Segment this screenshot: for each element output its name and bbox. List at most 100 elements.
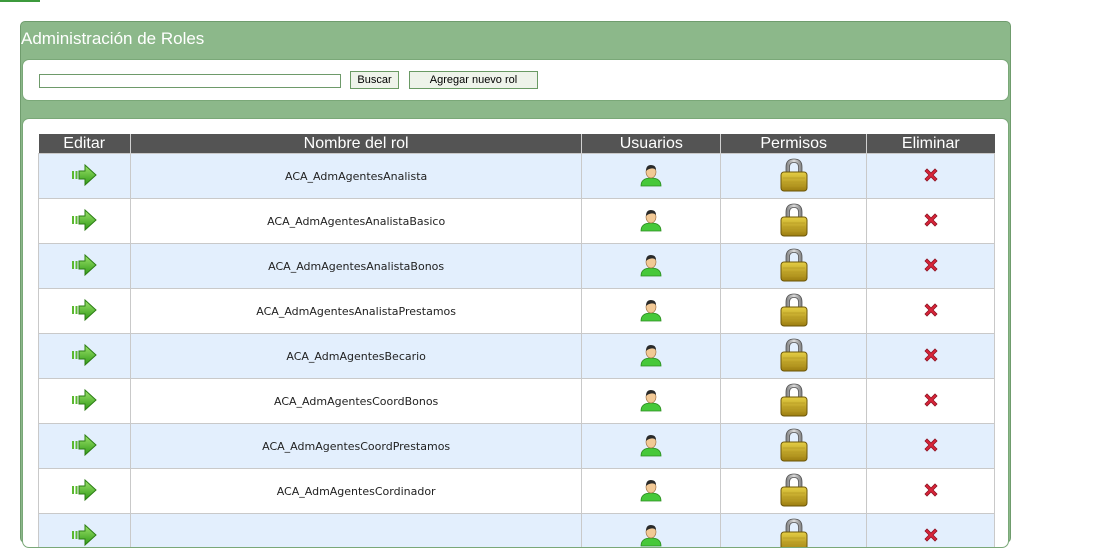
lock-icon[interactable] <box>779 427 809 466</box>
permissions-cell <box>721 199 867 244</box>
delete-cell <box>867 334 995 379</box>
users-cell <box>582 514 721 548</box>
arrow-right-icon[interactable] <box>71 478 97 505</box>
lock-icon[interactable] <box>779 247 809 286</box>
edit-cell <box>39 154 131 199</box>
users-cell <box>582 469 721 514</box>
delete-x-icon[interactable] <box>922 391 940 412</box>
delete-cell <box>867 289 995 334</box>
permissions-cell <box>721 334 867 379</box>
edit-cell <box>39 334 131 379</box>
permissions-cell <box>721 514 867 548</box>
users-cell <box>582 379 721 424</box>
permissions-cell <box>721 154 867 199</box>
permissions-cell <box>721 289 867 334</box>
lock-icon[interactable] <box>779 337 809 376</box>
lock-icon[interactable] <box>779 517 809 548</box>
user-icon[interactable] <box>639 478 663 505</box>
delete-cell <box>867 424 995 469</box>
role-name-cell: ACA_AdmAgentesAnalista <box>130 154 582 199</box>
column-header-role-name[interactable]: Nombre del rol <box>130 134 582 154</box>
role-name-cell: ACA_AdmAgentesCoordBonos <box>130 379 582 424</box>
arrow-right-icon[interactable] <box>71 343 97 370</box>
delete-x-icon[interactable] <box>922 301 940 322</box>
delete-x-icon[interactable] <box>922 211 940 232</box>
users-cell <box>582 289 721 334</box>
lock-icon[interactable] <box>779 292 809 331</box>
user-icon[interactable] <box>639 433 663 460</box>
delete-cell <box>867 469 995 514</box>
table-row: ACA_AdmAgentesCoordPrestamos <box>39 424 995 469</box>
delete-cell <box>867 244 995 289</box>
permissions-cell <box>721 379 867 424</box>
role-name-cell: ACA_AdmAgentesAnalistaBonos <box>130 244 582 289</box>
delete-x-icon[interactable] <box>922 346 940 367</box>
edit-cell <box>39 289 131 334</box>
user-icon[interactable] <box>639 343 663 370</box>
delete-cell <box>867 514 995 548</box>
delete-cell <box>867 199 995 244</box>
table-row: ACA_AdmAgentesAnalistaBonos <box>39 244 995 289</box>
column-header-permissions[interactable]: Permisos <box>721 134 867 154</box>
users-cell <box>582 199 721 244</box>
permissions-cell <box>721 424 867 469</box>
table-row: ACA_AdmAgentesCordinador <box>39 469 995 514</box>
table-row: ACA_AdmAgentesAnalista <box>39 154 995 199</box>
search-button[interactable]: Buscar <box>350 71 399 89</box>
roles-table: Editar Nombre del rol Usuarios Permisos … <box>38 134 995 548</box>
arrow-right-icon[interactable] <box>71 433 97 460</box>
lock-icon[interactable] <box>779 382 809 421</box>
table-row: ACA_AdmAgentesAnalistaPrestamos <box>39 289 995 334</box>
delete-x-icon[interactable] <box>922 481 940 502</box>
top-accent-bar <box>0 0 40 2</box>
arrow-right-icon[interactable] <box>71 388 97 415</box>
role-name-cell: ACA_AdmAgentesCoordPrestamos <box>130 424 582 469</box>
user-icon[interactable] <box>639 388 663 415</box>
user-icon[interactable] <box>639 523 663 548</box>
role-name-cell: ACA_AdmAgentesCordinador <box>130 469 582 514</box>
user-icon[interactable] <box>639 253 663 280</box>
search-bar: Buscar Agregar nuevo rol <box>22 59 1009 101</box>
lock-icon[interactable] <box>779 472 809 511</box>
delete-cell <box>867 379 995 424</box>
users-cell <box>582 154 721 199</box>
arrow-right-icon[interactable] <box>71 298 97 325</box>
arrow-right-icon[interactable] <box>71 208 97 235</box>
table-row: ACA_AdmAgentesAnalistaBasico <box>39 199 995 244</box>
column-header-edit[interactable]: Editar <box>39 134 131 154</box>
delete-x-icon[interactable] <box>922 256 940 277</box>
permissions-cell <box>721 244 867 289</box>
edit-cell <box>39 199 131 244</box>
user-icon[interactable] <box>639 298 663 325</box>
delete-x-icon[interactable] <box>922 526 940 547</box>
user-icon[interactable] <box>639 208 663 235</box>
role-name-cell: ACA_AdmAgentesBecario <box>130 334 582 379</box>
table-row: ACA_AdmAgentesBecario <box>39 334 995 379</box>
users-cell <box>582 244 721 289</box>
users-cell <box>582 424 721 469</box>
arrow-right-icon[interactable] <box>71 253 97 280</box>
lock-icon[interactable] <box>779 157 809 196</box>
edit-cell <box>39 424 131 469</box>
user-icon[interactable] <box>639 163 663 190</box>
role-name-cell: ACA_AdmAgentesAnalistaPrestamos <box>130 289 582 334</box>
edit-cell <box>39 469 131 514</box>
column-header-users[interactable]: Usuarios <box>582 134 721 154</box>
table-row: ACA_AdmAgentesCoordBonos <box>39 379 995 424</box>
arrow-right-icon[interactable] <box>71 523 97 548</box>
delete-x-icon[interactable] <box>922 436 940 457</box>
edit-cell <box>39 379 131 424</box>
roles-table-container: Editar Nombre del rol Usuarios Permisos … <box>22 118 1009 548</box>
edit-cell <box>39 244 131 289</box>
lock-icon[interactable] <box>779 202 809 241</box>
role-name-cell <box>130 514 582 548</box>
role-name-cell: ACA_AdmAgentesAnalistaBasico <box>130 199 582 244</box>
arrow-right-icon[interactable] <box>71 163 97 190</box>
users-cell <box>582 334 721 379</box>
delete-x-icon[interactable] <box>922 166 940 187</box>
search-input[interactable] <box>39 74 341 88</box>
add-role-button[interactable]: Agregar nuevo rol <box>409 71 538 89</box>
column-header-delete[interactable]: Eliminar <box>867 134 995 154</box>
table-header-row: Editar Nombre del rol Usuarios Permisos … <box>39 134 995 154</box>
table-row <box>39 514 995 548</box>
